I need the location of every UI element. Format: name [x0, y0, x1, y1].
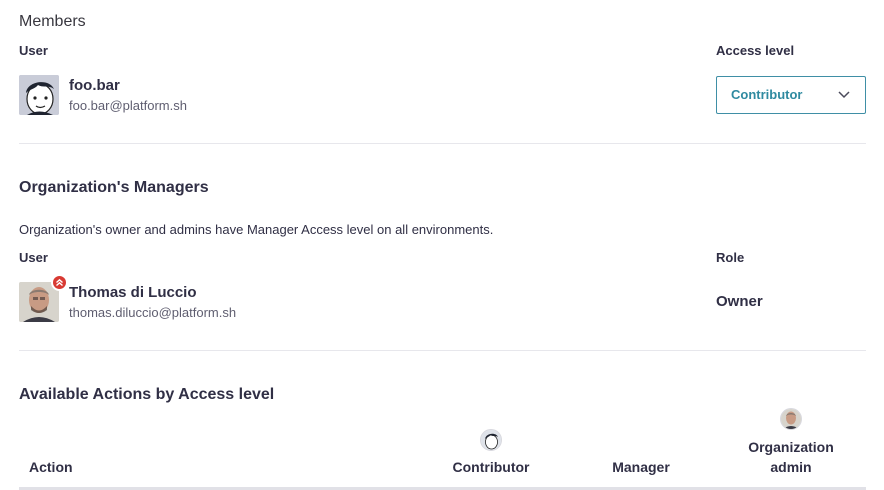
- user-column-header: User: [19, 43, 48, 58]
- members-title: Members: [19, 13, 86, 30]
- member-email: foo.bar@platform.sh: [69, 98, 187, 113]
- action-column-header: Action: [29, 459, 73, 475]
- contributor-column-header: Contributor: [452, 459, 530, 475]
- manager-column-header: Manager: [612, 459, 670, 475]
- owner-email: thomas.diluccio@platform.sh: [69, 305, 237, 320]
- access-level-value: Contributor: [731, 87, 803, 102]
- actions-title: Available Actions by Access level: [19, 386, 275, 403]
- chevron-down-icon: [838, 91, 850, 99]
- member-name: foo.bar: [69, 77, 120, 94]
- double-chevron-up-icon: [51, 274, 68, 291]
- access-level-select[interactable]: Contributor: [716, 76, 866, 114]
- access-level-column-header: Access level: [716, 43, 795, 58]
- divider: [19, 143, 866, 144]
- org-admin-column-header-line1: Organization: [748, 439, 834, 455]
- contributor-avatar-icon: [480, 429, 502, 451]
- cartoon-face-avatar-icon: [19, 75, 59, 115]
- managers-user-column-header: User: [19, 250, 48, 265]
- role-column-header: Role: [716, 250, 745, 265]
- divider: [19, 350, 866, 351]
- managers-note: Organization's owner and admins have Man…: [19, 222, 494, 237]
- owner-role: Owner: [716, 293, 763, 310]
- org-admin-avatar-icon: [780, 408, 802, 430]
- managers-title: Organization's Managers: [19, 179, 209, 196]
- org-admin-column-header-line2: admin: [770, 459, 812, 475]
- owner-name: Thomas di Luccio: [69, 284, 197, 301]
